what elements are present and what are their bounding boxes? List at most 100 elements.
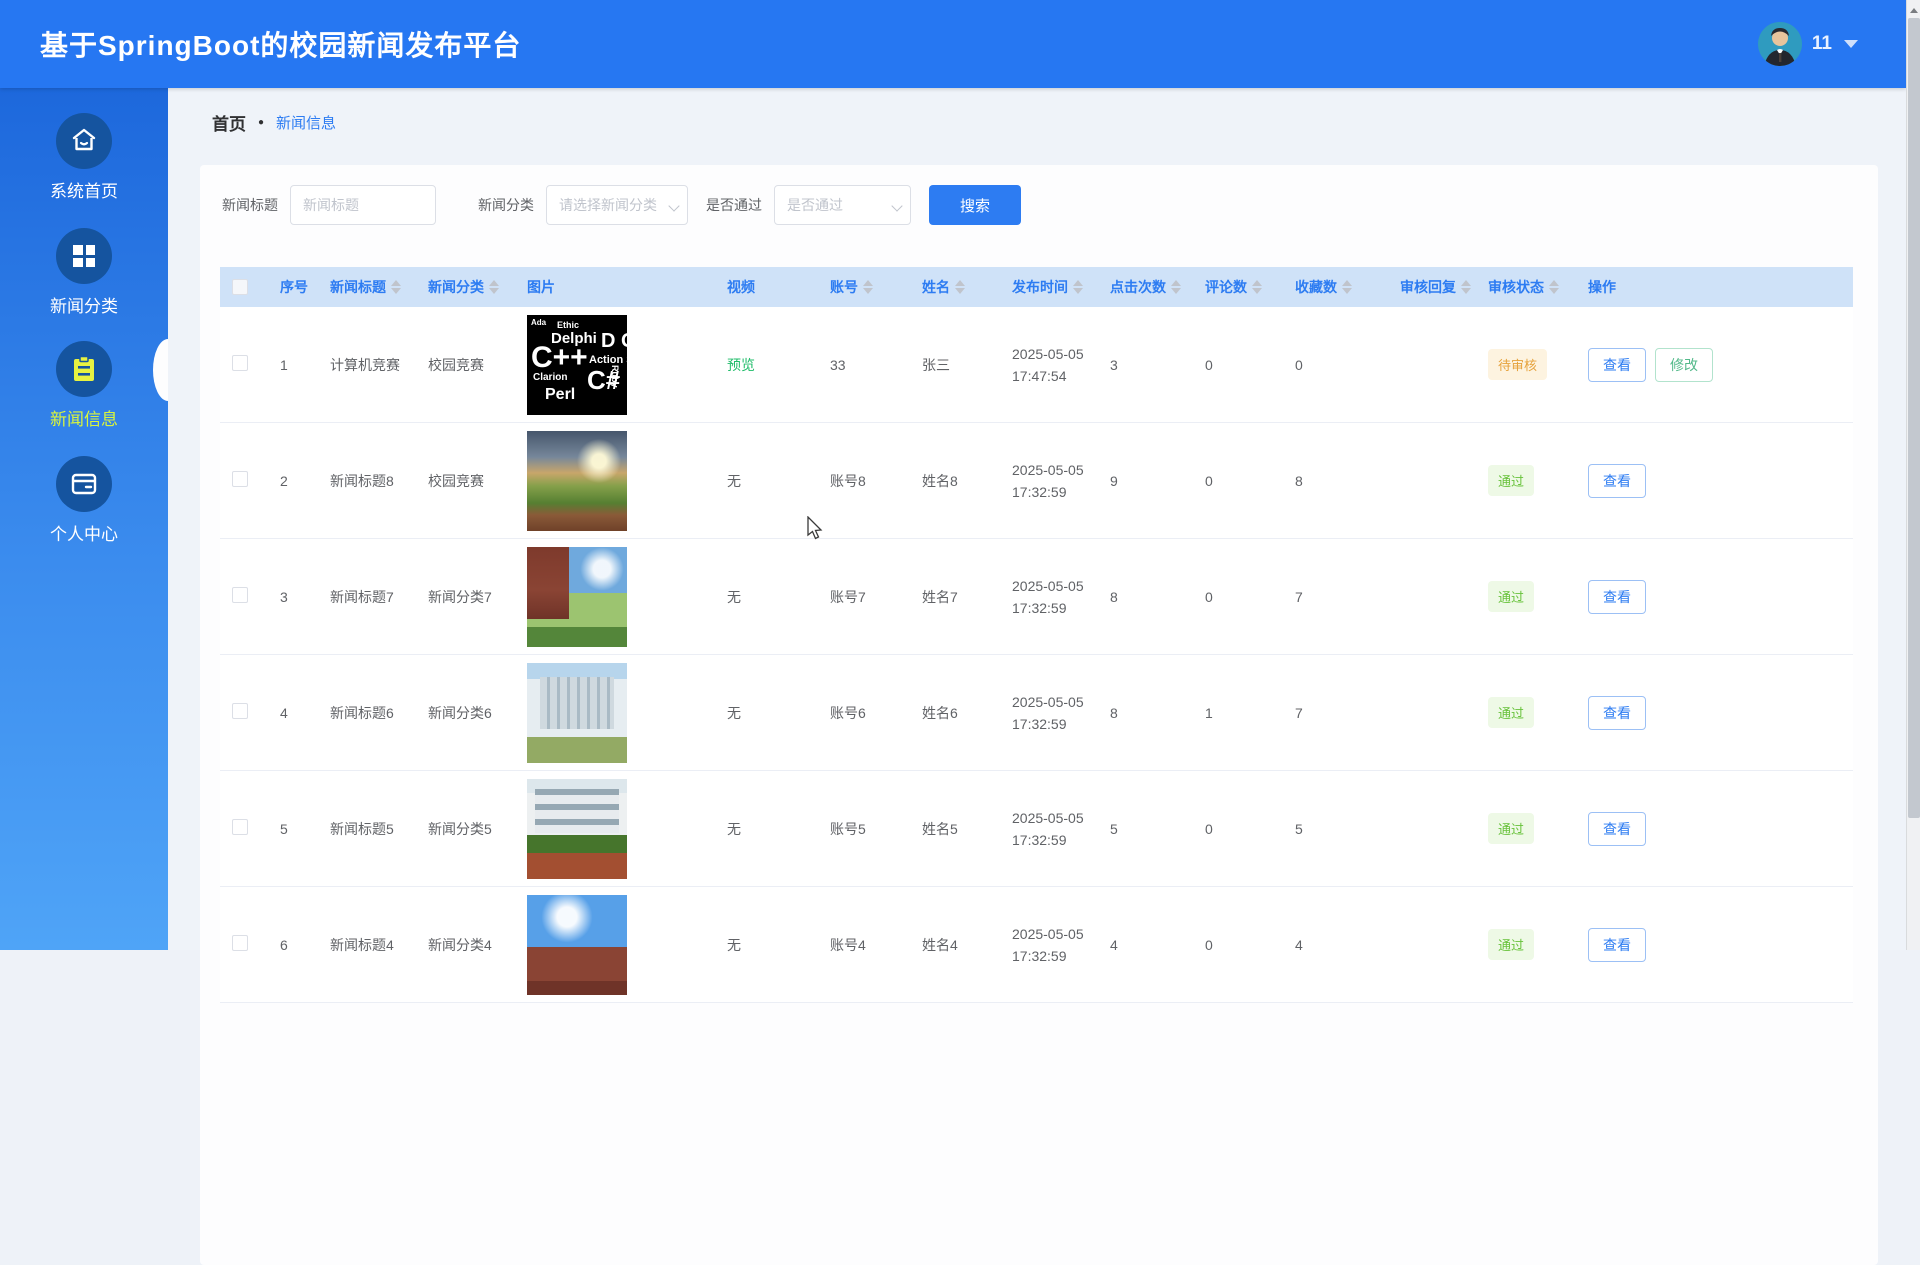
select-all-checkbox[interactable] (232, 279, 248, 295)
scrollbar-up-arrow-icon[interactable] (1907, 3, 1920, 17)
cell-time: 2025-05-05 17:32:59 (1000, 691, 1098, 735)
cell-account: 账号4 (830, 936, 866, 953)
view-button[interactable]: 查看 (1588, 579, 1646, 614)
sort-icon[interactable] (489, 280, 499, 294)
news-image-campus-building-track[interactable] (527, 778, 627, 879)
table-row: 5 新闻标题5 新闻分类5 无 账号5 姓名5 2025-05-05 17:32:59 5 0 5 通… (220, 771, 1853, 887)
cell-video: 无 (715, 587, 818, 607)
view-button[interactable]: 查看 (1588, 463, 1646, 498)
cell-check (220, 355, 268, 374)
video-preview-link[interactable]: 预览 (727, 357, 755, 373)
news-category-select[interactable]: 请选择新闻分类 (546, 185, 688, 225)
clipboard-icon (74, 355, 94, 381)
cell-time: 2025-05-05 17:32:59 (1000, 575, 1098, 619)
row-checkbox[interactable] (232, 703, 248, 719)
column-label: 评论数 (1205, 279, 1247, 295)
column-header-name: 姓名 (910, 277, 1000, 297)
cell-image (515, 778, 715, 879)
sidebar-item-news-category[interactable]: 新闻分类 (0, 228, 168, 317)
row-checkbox[interactable] (232, 471, 248, 487)
sort-icon[interactable] (955, 280, 965, 294)
view-button[interactable]: 查看 (1588, 927, 1646, 962)
cell-account: 账号8 (830, 472, 866, 489)
publish-time: 17:47:54 (1012, 367, 1067, 384)
sort-icon[interactable] (1252, 280, 1262, 294)
news-image-modern-white-building[interactable] (527, 662, 627, 763)
sidebar-item-news-info[interactable]: 新闻信息 (0, 341, 168, 430)
cell-comments: 0 (1205, 472, 1213, 489)
edit-button[interactable]: 修改 (1655, 347, 1713, 382)
sidebar-item-label: 新闻分类 (50, 297, 118, 316)
table-row: 6 新闻标题4 新闻分类4 无 账号4 姓名4 2025-05-05 17:32:59 4 0 4 通… (220, 887, 1853, 1003)
username-label: 11 (1811, 33, 1832, 54)
view-button[interactable]: 查看 (1588, 811, 1646, 846)
publish-date: 2025-05-05 (1012, 809, 1084, 826)
cell-status: 通过 (1476, 697, 1576, 728)
cell-favorites: 8 (1295, 472, 1303, 489)
cell-time: 2025-05-05 17:32:59 (1000, 923, 1098, 967)
cell-comments: 0 (1205, 936, 1213, 953)
main-content: 首页 ● 新闻信息 新闻标题 新闻分类 请选择新闻分类 是否通过 是否通过 搜索… (168, 88, 1906, 1265)
column-label: 姓名 (922, 279, 950, 295)
cell-title: 新闻标题6 (330, 704, 394, 721)
cell-status: 通过 (1476, 813, 1576, 844)
avatar-image (1757, 22, 1802, 66)
profile-icon-circle (56, 456, 112, 512)
news-image-red-brick-building[interactable] (527, 546, 627, 647)
sort-icon[interactable] (391, 280, 401, 294)
row-checkbox[interactable] (232, 935, 248, 951)
publish-time: 17:32:59 (1012, 483, 1067, 500)
filter-bar: 新闻标题 新闻分类 请选择新闻分类 是否通过 是否通过 搜索 (222, 185, 1858, 225)
video-value: 无 (727, 936, 741, 953)
news-image-programming-languages-poster[interactable]: EthicDelphiC++D ObjecAction ScriptC#Ruby… (527, 314, 627, 415)
cell-category: 新闻分类5 (428, 820, 492, 837)
column-label: 操作 (1588, 279, 1616, 295)
table-row: 1计算机竞赛校园竞赛EthicDelphiC++D ObjecAction Sc… (220, 307, 1853, 423)
scrollbar-thumb[interactable] (1908, 18, 1920, 818)
video-value: 无 (727, 472, 741, 489)
breadcrumb-current[interactable]: 新闻信息 (276, 112, 336, 133)
sort-icon[interactable] (1461, 280, 1471, 294)
column-header-title: 新闻标题 (318, 277, 416, 297)
vertical-scrollbar[interactable] (1906, 0, 1920, 950)
cell-actions: 查看 (1576, 579, 1853, 614)
cell-index: 3 (280, 588, 288, 605)
search-button[interactable]: 搜索 (929, 185, 1021, 225)
column-header-index: 序号 (268, 277, 318, 297)
cell-check (220, 703, 268, 722)
column-label: 视频 (727, 279, 755, 295)
column-label: 点击次数 (1110, 279, 1166, 295)
poster-word: Perl (545, 385, 576, 403)
news-image-red-brick-sky[interactable] (527, 894, 627, 995)
row-checkbox[interactable] (232, 355, 248, 371)
cell-video: 无 (715, 703, 818, 723)
news-title-input[interactable] (290, 185, 436, 225)
view-button[interactable]: 查看 (1588, 347, 1646, 382)
column-label: 新闻标题 (330, 279, 386, 295)
sidebar-item-home[interactable]: 系统首页 (0, 113, 168, 202)
row-checkbox[interactable] (232, 819, 248, 835)
content-card: 新闻标题 新闻分类 请选择新闻分类 是否通过 是否通过 搜索 序号新闻标题新闻分… (200, 165, 1878, 1265)
row-checkbox[interactable] (232, 587, 248, 603)
cell-account: 账号5 (830, 820, 866, 837)
sort-icon[interactable] (1342, 280, 1352, 294)
user-menu[interactable]: 11 (1757, 22, 1858, 66)
news-category-placeholder: 请选择新闻分类 (559, 197, 657, 213)
cell-video: 无 (715, 471, 818, 491)
sort-icon[interactable] (1073, 280, 1083, 294)
pass-select[interactable]: 是否通过 (774, 185, 911, 225)
sidebar-item-profile[interactable]: 个人中心 (0, 456, 168, 545)
user-dropdown-caret-icon[interactable] (1844, 40, 1858, 48)
sort-icon[interactable] (1549, 280, 1559, 294)
grid-icon (73, 245, 95, 267)
cell-name: 姓名5 (922, 820, 958, 837)
cell-status: 通过 (1476, 929, 1576, 960)
cell-index: 6 (280, 936, 288, 953)
user-avatar[interactable] (1757, 22, 1802, 66)
news-image-sunset-sports-field[interactable] (527, 430, 627, 531)
column-label: 审核状态 (1488, 279, 1544, 295)
view-button[interactable]: 查看 (1588, 695, 1646, 730)
sort-icon[interactable] (1171, 280, 1181, 294)
sort-icon[interactable] (863, 280, 873, 294)
column-header-comments: 评论数 (1193, 277, 1283, 297)
